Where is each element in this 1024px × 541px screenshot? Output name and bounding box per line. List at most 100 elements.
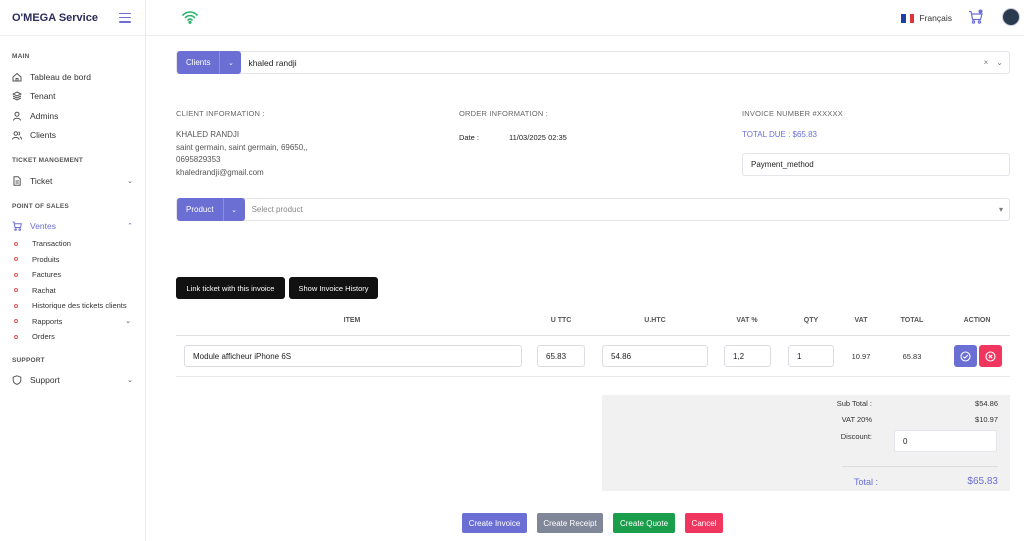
client-info-block: KHALED RANDJI saint germain, saint germa… bbox=[176, 129, 308, 179]
confirm-row-button[interactable] bbox=[954, 345, 977, 367]
item-field[interactable]: Module afficheur iPhone 6S bbox=[184, 345, 522, 367]
client-address: saint germain, saint germain, 69650,, bbox=[176, 142, 308, 152]
sidebar-item-admins[interactable]: Admins bbox=[0, 106, 145, 126]
sidebar-item-label: Ticket bbox=[30, 175, 53, 186]
total-value: 65.83 bbox=[902, 352, 922, 361]
menu-toggle-icon[interactable] bbox=[119, 12, 131, 23]
subitem-label: Transaction bbox=[32, 239, 71, 249]
invoice-number-label: INVOICE NUMBER #XXXXX bbox=[742, 109, 843, 118]
dropdown-caret-icon[interactable]: ⌄ bbox=[996, 58, 1003, 67]
order-info-label: ORDER INFORMATION : bbox=[459, 109, 549, 118]
chevron-down-icon: ⌄ bbox=[127, 177, 133, 185]
brand-name: O'MEGA Service bbox=[12, 11, 98, 24]
grand-total-label: Total : bbox=[853, 477, 878, 487]
avatar[interactable] bbox=[1002, 8, 1020, 26]
sidebar-item-label: Clients bbox=[30, 130, 56, 141]
delete-row-button[interactable] bbox=[979, 345, 1002, 367]
chevron-up-icon: ⌃ bbox=[127, 223, 133, 231]
close-circle-icon bbox=[985, 350, 996, 362]
sidebar-subitem-historique[interactable]: Historique des tickets clients bbox=[0, 298, 145, 314]
create-invoice-button[interactable]: Create Invoice bbox=[462, 513, 527, 533]
column-header: VAT % bbox=[736, 317, 758, 324]
show-history-button[interactable]: Show Invoice History bbox=[289, 277, 378, 299]
sidebar-item-clients[interactable]: Clients bbox=[0, 126, 145, 146]
grand-total-value: $65.83 bbox=[967, 476, 998, 487]
cart-icon bbox=[12, 221, 22, 232]
sidebar-item-label: Tableau de bord bbox=[30, 71, 91, 82]
discount-input[interactable]: 0 bbox=[894, 430, 997, 452]
divider bbox=[842, 466, 998, 467]
sidebar-item-tableau[interactable]: Tableau de bord bbox=[0, 67, 145, 87]
client-name: KHALED RANDJI bbox=[176, 130, 240, 139]
subitem-label: Produits bbox=[32, 254, 60, 264]
u-htc-field[interactable]: 54.86 bbox=[602, 345, 708, 367]
sidebar-item-ventes[interactable]: Ventes ⌃ bbox=[0, 217, 145, 237]
france-flag-icon bbox=[901, 13, 915, 23]
subitem-label: Orders bbox=[32, 332, 55, 342]
section-title-main: MAIN bbox=[12, 53, 30, 60]
sidebar-item-label: Tenant bbox=[30, 91, 56, 102]
bullet-icon bbox=[14, 334, 18, 339]
column-header: ITEM bbox=[343, 317, 361, 324]
product-select-placeholder: Select product bbox=[251, 205, 303, 214]
bullet-icon bbox=[14, 241, 18, 246]
client-phone: 0695829353 bbox=[176, 155, 221, 164]
column-header: TOTAL bbox=[900, 317, 924, 324]
subitem-label: Factures bbox=[32, 270, 62, 280]
product-select[interactable]: Product ⌄ Select product ▾ bbox=[176, 198, 1010, 221]
subtotal-value: $54.86 bbox=[975, 399, 998, 408]
u-ttc-field[interactable]: 65.83 bbox=[537, 345, 585, 367]
chevron-down-icon: ⌄ bbox=[127, 377, 133, 385]
sidebar: O'MEGA Service MAIN Tableau de bord Tena… bbox=[0, 0, 146, 541]
chevron-down-icon: ⌄ bbox=[125, 318, 131, 326]
bullet-icon bbox=[14, 288, 18, 293]
subitem-label: Rachat bbox=[32, 285, 56, 295]
column-header: QTY bbox=[803, 317, 819, 324]
sidebar-subitem-rachat[interactable]: Rachat bbox=[0, 283, 145, 299]
bullet-icon bbox=[14, 272, 18, 277]
product-button[interactable]: Product bbox=[177, 198, 223, 221]
cancel-button[interactable]: Cancel bbox=[685, 513, 723, 533]
file-icon bbox=[12, 176, 22, 186]
sidebar-item-ticket[interactable]: Ticket ⌄ bbox=[0, 171, 145, 191]
order-date-label: Date : bbox=[459, 133, 480, 142]
sidebar-subitem-orders[interactable]: Orders bbox=[0, 329, 145, 345]
vat-label: VAT 20% bbox=[841, 415, 872, 424]
payment-method-input[interactable]: Payment_method bbox=[742, 153, 1010, 176]
column-header: VAT bbox=[854, 317, 868, 324]
chevron-down-icon[interactable]: ⌄ bbox=[222, 198, 245, 221]
topbar: Français bbox=[146, 0, 1024, 36]
bullet-icon bbox=[14, 303, 18, 308]
language-selector[interactable]: Français bbox=[901, 13, 952, 23]
sidebar-subitem-transaction[interactable]: Transaction bbox=[0, 236, 145, 252]
create-receipt-button[interactable]: Create Receipt bbox=[537, 513, 603, 533]
brand-header: O'MEGA Service bbox=[0, 0, 145, 36]
clear-icon[interactable]: × bbox=[984, 58, 989, 67]
cart-icon[interactable] bbox=[968, 9, 984, 25]
sidebar-subitem-factures[interactable]: Factures bbox=[0, 267, 145, 283]
sidebar-subitem-rapports[interactable]: Rapports ⌄ bbox=[0, 314, 145, 330]
dropdown-caret-icon[interactable]: ▾ bbox=[999, 205, 1003, 214]
layers-icon bbox=[12, 91, 22, 101]
chevron-down-icon[interactable]: ⌄ bbox=[219, 51, 242, 74]
table-row: Module afficheur iPhone 6S 65.83 54.86 1… bbox=[176, 337, 1010, 377]
link-ticket-button[interactable]: Link ticket with this invoice bbox=[176, 277, 285, 299]
subitem-label: Historique des tickets clients bbox=[32, 301, 127, 311]
shield-icon bbox=[12, 375, 22, 386]
vat-percent-field[interactable]: 1,2 bbox=[724, 345, 771, 367]
section-title-ticket: TICKET MANGEMENT bbox=[12, 157, 84, 164]
sidebar-subitem-produits[interactable]: Produits bbox=[0, 252, 145, 268]
client-select[interactable]: Clients ⌄ khaled randji × ⌄ bbox=[176, 51, 1010, 74]
language-label: Français bbox=[919, 13, 952, 23]
clients-button[interactable]: Clients bbox=[177, 51, 220, 74]
summary-panel: Sub Total : $54.86 VAT 20% $10.97 Discou… bbox=[602, 395, 1010, 491]
order-date-value: 11/03/2025 02:35 bbox=[509, 133, 567, 142]
section-title-support: SUPPORT bbox=[12, 356, 45, 364]
quantity-field[interactable]: 1 bbox=[788, 345, 834, 367]
client-select-value: khaled randji bbox=[248, 57, 297, 68]
sidebar-item-support[interactable]: Support ⌄ bbox=[0, 371, 145, 391]
create-quote-button[interactable]: Create Quote bbox=[613, 513, 675, 533]
sidebar-item-tenant[interactable]: Tenant bbox=[0, 87, 145, 107]
wifi-icon bbox=[182, 11, 198, 24]
subitem-label: Rapports bbox=[32, 316, 63, 326]
